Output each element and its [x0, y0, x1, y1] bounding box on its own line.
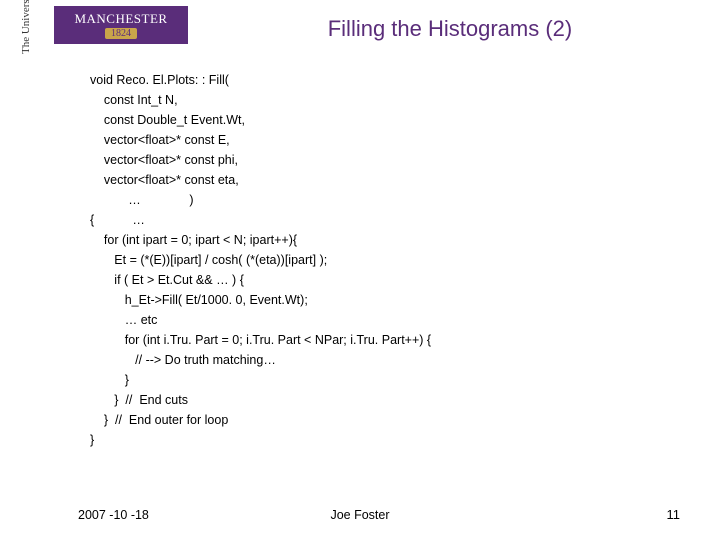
- code-block: void Reco. El.Plots: : Fill( const Int_t…: [90, 70, 431, 450]
- footer-author: Joe Foster: [0, 508, 720, 522]
- code-line: { …: [90, 210, 431, 230]
- code-line: } // End cuts: [90, 390, 431, 410]
- code-line: // --> Do truth matching…: [90, 350, 431, 370]
- code-line: Et = (*(E))[ipart] / cosh( (*(eta))[ipar…: [90, 250, 431, 270]
- code-line: h_Et->Fill( Et/1000. 0, Event.Wt);: [90, 290, 431, 310]
- code-line: for (int i.Tru. Part = 0; i.Tru. Part < …: [90, 330, 431, 350]
- code-line: vector<float>* const eta,: [90, 170, 431, 190]
- code-line: … etc: [90, 310, 431, 330]
- code-line: … ): [90, 190, 431, 210]
- logo-year: 1824: [105, 28, 137, 39]
- logo-subtitle: The University of Manchester: [20, 0, 32, 54]
- slide-title: Filling the Histograms (2): [200, 16, 700, 42]
- university-logo: MANCHESTER 1824 The University of Manche…: [6, 6, 188, 64]
- footer-page-number: 11: [667, 507, 681, 522]
- code-line: }: [90, 370, 431, 390]
- logo-badge: MANCHESTER 1824: [54, 6, 188, 44]
- logo-name: MANCHESTER: [74, 11, 167, 27]
- code-line: if ( Et > Et.Cut && … ) {: [90, 270, 431, 290]
- code-line: } // End outer for loop: [90, 410, 431, 430]
- code-line: vector<float>* const phi,: [90, 150, 431, 170]
- code-line: const Int_t N,: [90, 90, 431, 110]
- code-line: const Double_t Event.Wt,: [90, 110, 431, 130]
- code-line: }: [90, 430, 431, 450]
- code-line: for (int ipart = 0; ipart < N; ipart++){: [90, 230, 431, 250]
- code-line: void Reco. El.Plots: : Fill(: [90, 70, 431, 90]
- code-line: vector<float>* const E,: [90, 130, 431, 150]
